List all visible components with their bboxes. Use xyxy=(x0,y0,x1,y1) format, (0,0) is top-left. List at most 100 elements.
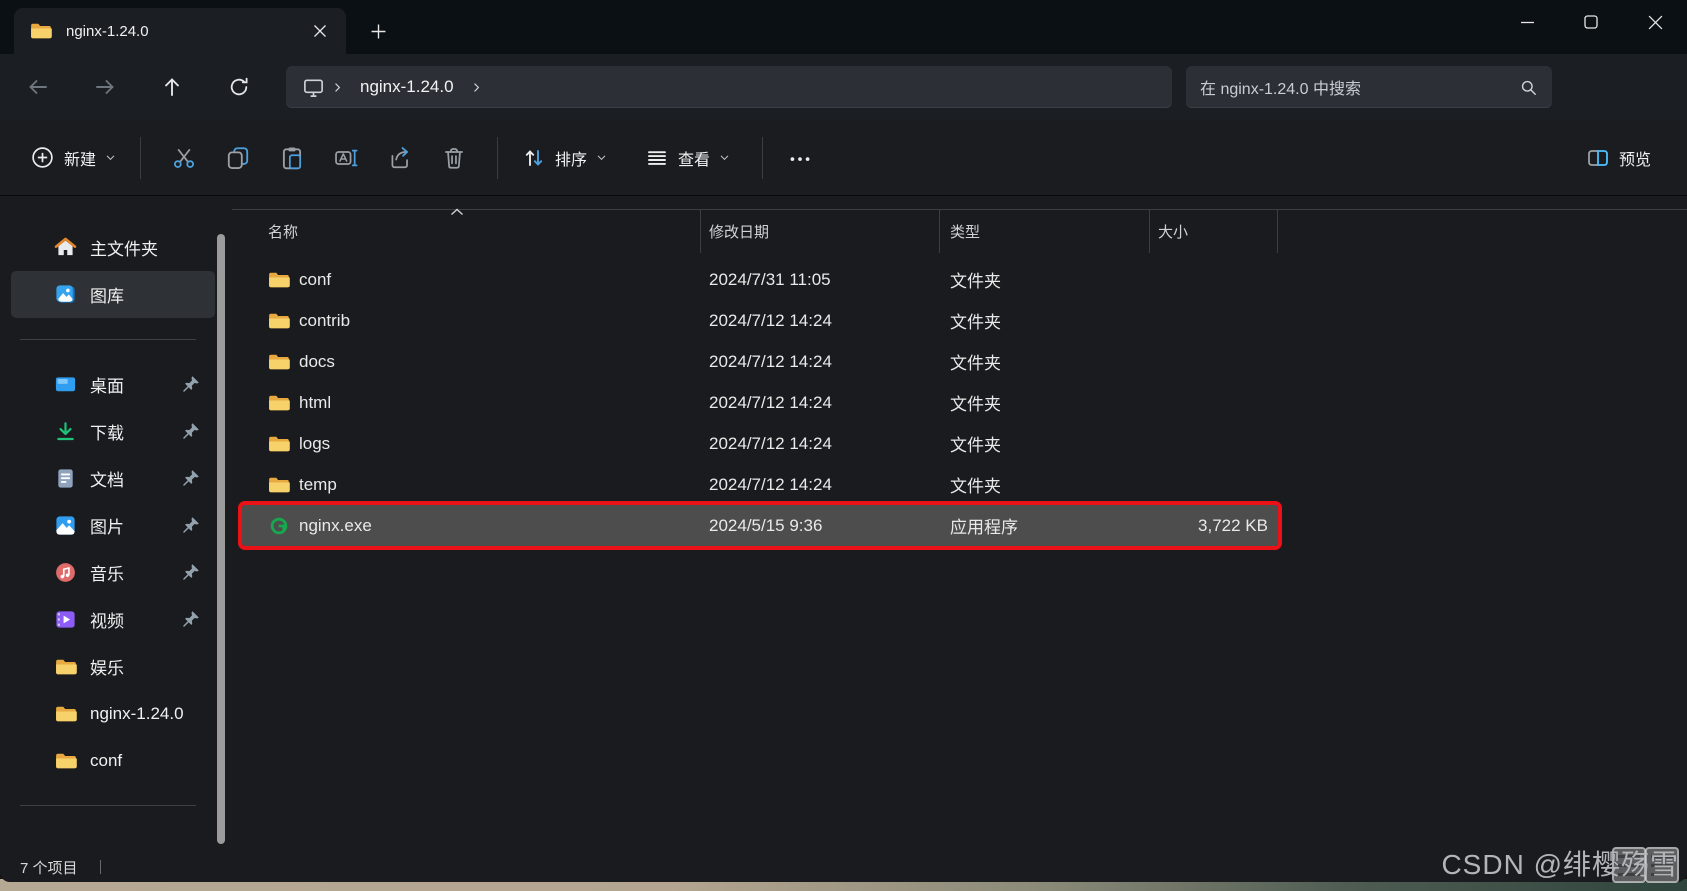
folder-icon xyxy=(268,434,290,454)
file-row-logs[interactable]: logs2024/7/12 14:24文件夹 xyxy=(242,423,1278,464)
share-button[interactable] xyxy=(387,145,413,171)
breadcrumb-chevron-icon[interactable] xyxy=(470,81,483,94)
refresh-button[interactable] xyxy=(219,67,259,107)
sidebar-item-图库[interactable]: 图库 xyxy=(11,271,215,318)
more-ellipsis-icon xyxy=(787,145,813,171)
sidebar-item-视频[interactable]: 视频 xyxy=(11,596,215,643)
folder-icon xyxy=(54,655,77,678)
column-header-1[interactable]: 修改日期 xyxy=(701,210,940,253)
downloads-icon xyxy=(54,420,77,443)
sort-ascending-caret-icon xyxy=(450,208,464,216)
status-bar: 7 个项目 xyxy=(0,852,1687,882)
file-name-cell: conf xyxy=(242,270,701,290)
sidebar-scrollbar[interactable] xyxy=(217,234,225,844)
file-name-cell: nginx.exe xyxy=(242,516,701,536)
view-button-label: 查看 xyxy=(678,146,710,170)
file-size-cell: 3,722 KB xyxy=(1150,516,1278,536)
command-toolbar: 新建 排序 查看 xyxy=(0,120,1687,196)
breadcrumb-folder[interactable]: nginx-1.24.0 xyxy=(360,77,454,97)
item-count-label: 7 个项目 xyxy=(20,857,78,878)
pin-icon xyxy=(182,609,201,628)
sort-button[interactable]: 排序 xyxy=(510,136,619,180)
more-button[interactable] xyxy=(775,136,825,180)
preview-pane-icon xyxy=(1586,146,1610,170)
sort-button-label: 排序 xyxy=(555,146,587,170)
sidebar-item-图片[interactable]: 图片 xyxy=(11,502,215,549)
file-type-cell: 文件夹 xyxy=(940,267,1150,292)
pin-icon xyxy=(182,374,201,393)
toolbar-divider xyxy=(140,137,141,179)
file-date-cell: 2024/7/12 14:24 xyxy=(701,393,940,413)
sidebar-item-主文件夹[interactable]: 主文件夹 xyxy=(11,224,215,271)
sidebar-item-下载[interactable]: 下载 xyxy=(11,408,215,455)
sidebar-item-label: 桌面 xyxy=(90,372,124,397)
file-name: contrib xyxy=(299,311,350,331)
titlebar: nginx-1.24.0 xyxy=(0,0,1687,54)
sidebar-divider xyxy=(20,339,196,340)
search-input[interactable]: 在 nginx-1.24.0 中搜索 xyxy=(1186,66,1552,108)
cut-button[interactable] xyxy=(171,145,197,171)
up-button[interactable] xyxy=(152,67,192,107)
folder-icon xyxy=(268,393,290,413)
sidebar-item-音乐[interactable]: 音乐 xyxy=(11,549,215,596)
new-button[interactable]: 新建 xyxy=(18,136,128,180)
file-name-cell: contrib xyxy=(242,311,701,331)
file-row-conf[interactable]: conf2024/7/31 11:05文件夹 xyxy=(242,259,1278,300)
preview-button[interactable]: 预览 xyxy=(1574,136,1663,180)
close-button[interactable] xyxy=(1623,0,1687,44)
sidebar-item-label: 图片 xyxy=(90,513,124,538)
delete-button[interactable] xyxy=(441,145,467,171)
file-name: logs xyxy=(299,434,330,454)
file-row-nginx.exe[interactable]: nginx.exe2024/5/15 9:36应用程序3,722 KB xyxy=(242,505,1278,546)
desktop-icon xyxy=(54,373,77,396)
file-type-cell: 文件夹 xyxy=(940,431,1150,456)
column-header-2[interactable]: 类型 xyxy=(940,210,1150,253)
view-button[interactable]: 查看 xyxy=(633,136,742,180)
this-pc-monitor-icon[interactable] xyxy=(302,76,325,99)
new-tab-button[interactable] xyxy=(362,16,394,46)
file-name-cell: docs xyxy=(242,352,701,372)
videos-icon xyxy=(54,608,77,631)
sidebar-item-conf[interactable]: conf xyxy=(11,737,215,784)
breadcrumb-chevron-icon xyxy=(331,81,344,94)
file-row-contrib[interactable]: contrib2024/7/12 14:24文件夹 xyxy=(242,300,1278,341)
sidebar-item-文档[interactable]: 文档 xyxy=(11,455,215,502)
explorer-tab[interactable]: nginx-1.24.0 xyxy=(14,8,346,54)
column-header-3[interactable]: 大小 xyxy=(1150,210,1278,253)
minimize-button[interactable] xyxy=(1495,0,1559,44)
address-bar[interactable]: nginx-1.24.0 xyxy=(286,66,1172,108)
file-type-cell: 文件夹 xyxy=(940,349,1150,374)
search-icon[interactable] xyxy=(1519,78,1538,97)
file-list-pane: 名称修改日期类型大小 conf2024/7/31 11:05文件夹contrib… xyxy=(232,196,1687,852)
sidebar-item-桌面[interactable]: 桌面 xyxy=(11,361,215,408)
column-header-row: 名称修改日期类型大小 xyxy=(232,209,1687,253)
paste-button[interactable] xyxy=(279,145,305,171)
sidebar-item-nginx-1.24.0[interactable]: nginx-1.24.0 xyxy=(11,690,215,737)
pin-icon xyxy=(182,468,201,487)
file-name-cell: html xyxy=(242,393,701,413)
toolbar-divider xyxy=(497,137,498,179)
sort-icon xyxy=(522,146,546,170)
column-header-0[interactable]: 名称 xyxy=(242,210,701,253)
toolbar-divider xyxy=(762,137,763,179)
back-button[interactable] xyxy=(18,67,58,107)
rename-button[interactable] xyxy=(333,145,359,171)
nginx-icon xyxy=(268,516,290,536)
file-row-html[interactable]: html2024/7/12 14:24文件夹 xyxy=(242,382,1278,423)
copy-button[interactable] xyxy=(225,145,251,171)
sidebar-item-label: 下载 xyxy=(90,419,124,444)
tab-close-icon[interactable] xyxy=(306,17,334,45)
music-icon xyxy=(54,561,77,584)
sidebar: 主文件夹图库桌面下载文档图片音乐视频娱乐nginx-1.24.0conf xyxy=(8,196,218,852)
forward-button[interactable] xyxy=(85,67,125,107)
file-row-docs[interactable]: docs2024/7/12 14:24文件夹 xyxy=(242,341,1278,382)
folder-icon xyxy=(268,352,290,372)
file-name: docs xyxy=(299,352,335,372)
maximize-button[interactable] xyxy=(1559,0,1623,44)
folder-tab-icon xyxy=(30,22,52,40)
folder-icon xyxy=(268,270,290,290)
file-type-cell: 应用程序 xyxy=(940,513,1150,538)
sidebar-item-娱乐[interactable]: 娱乐 xyxy=(11,643,215,690)
new-button-label: 新建 xyxy=(64,146,96,170)
file-row-temp[interactable]: temp2024/7/12 14:24文件夹 xyxy=(242,464,1278,505)
